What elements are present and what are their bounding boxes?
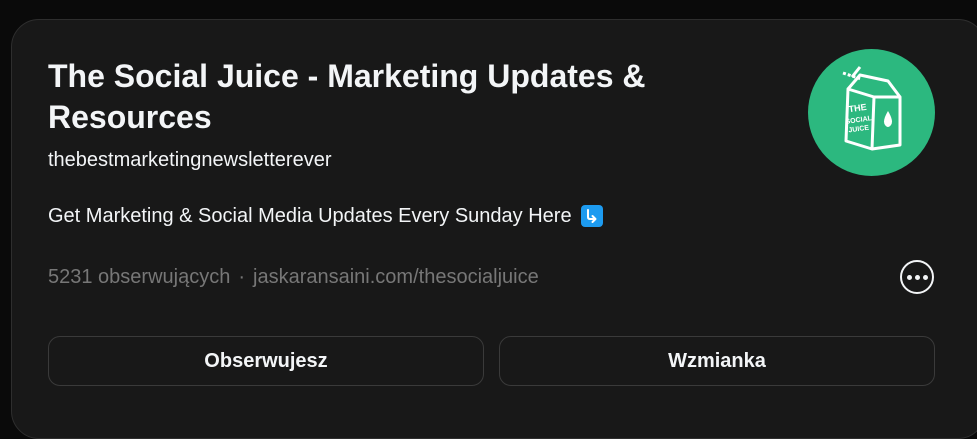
more-dot — [922, 274, 928, 280]
more-options-icon[interactable] — [900, 260, 934, 294]
mention-button[interactable]: Wzmianka — [499, 336, 935, 386]
more-dot — [914, 274, 920, 280]
profile-meta: 5231 obserwujących · jaskaransaini.com/t… — [48, 264, 539, 290]
down-right-arrow-icon — [580, 205, 603, 227]
profile-link[interactable]: jaskaransaini.com/thesocialjuice — [253, 264, 539, 290]
logo-line-1: THE — [848, 102, 867, 114]
followers-count[interactable]: 5231 obserwujących — [48, 264, 230, 290]
profile-bio: Get Marketing & Social Media Updates Eve… — [48, 203, 603, 229]
logo-line-2: SOCIAL — [845, 115, 873, 126]
avatar[interactable]: THE SOCIAL JUICE — [808, 49, 935, 176]
meta-separator: · — [238, 266, 246, 288]
following-button[interactable]: Obserwujesz — [48, 336, 484, 386]
bio-text: Get Marketing & Social Media Updates Eve… — [48, 205, 572, 227]
profile-title: The Social Juice - Marketing Updates & R… — [48, 58, 646, 135]
profile-username: thebestmarketingnewsletterever — [48, 149, 332, 171]
more-dot — [906, 274, 912, 280]
profile-card: The Social Juice - Marketing Updates & R… — [11, 19, 977, 439]
logo-line-3: JUICE — [848, 125, 870, 135]
juice-carton-logo: THE SOCIAL JUICE — [842, 66, 902, 151]
